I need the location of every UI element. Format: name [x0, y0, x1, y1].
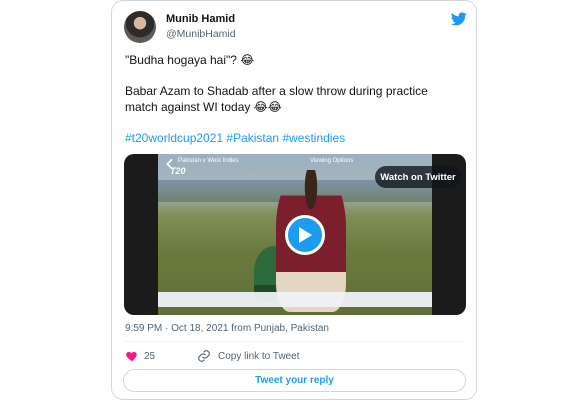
author-handle[interactable]: @MunibHamid	[166, 28, 236, 40]
avatar[interactable]	[124, 11, 156, 43]
video-score-strip	[158, 292, 432, 307]
heart-icon[interactable]	[125, 349, 139, 363]
tweet-text-line-2: Babar Azam to Shadab after a slow throw …	[125, 84, 428, 98]
tweet-timestamp[interactable]: 9:59 PM · Oct 18, 2021 from Punjab, Paki…	[125, 323, 329, 334]
like-count[interactable]: 25	[144, 351, 155, 362]
copy-link-button[interactable]: Copy link to Tweet	[218, 351, 300, 362]
tweet-hashtags[interactable]: #t20worldcup2021 #Pakistan #westindies	[125, 130, 345, 146]
link-icon[interactable]	[197, 349, 211, 363]
watch-on-twitter-button[interactable]: Watch on Twitter	[375, 166, 461, 188]
twitter-bird-icon[interactable]	[451, 12, 467, 26]
divider	[124, 341, 466, 342]
tweet-card: Munib Hamid @MunibHamid "Budha hogaya ha…	[111, 0, 477, 400]
author-display-name[interactable]: Munib Hamid	[166, 13, 235, 25]
video-viewing-label: Viewing Options	[310, 158, 354, 164]
video-player[interactable]: Pakistan v West Indies Viewing Options T…	[124, 154, 466, 315]
tweet-text-line-3: match against WI today 😂😂	[125, 100, 282, 114]
tweet-text-line-1: "Budha hogaya hai"? 😂	[125, 53, 255, 67]
video-match-label: Pakistan v West Indies	[178, 158, 239, 164]
t20-logo: T20	[170, 166, 186, 176]
tweet-your-reply-button[interactable]: Tweet your reply	[123, 369, 466, 392]
play-icon	[299, 227, 312, 243]
play-button[interactable]	[285, 215, 325, 255]
